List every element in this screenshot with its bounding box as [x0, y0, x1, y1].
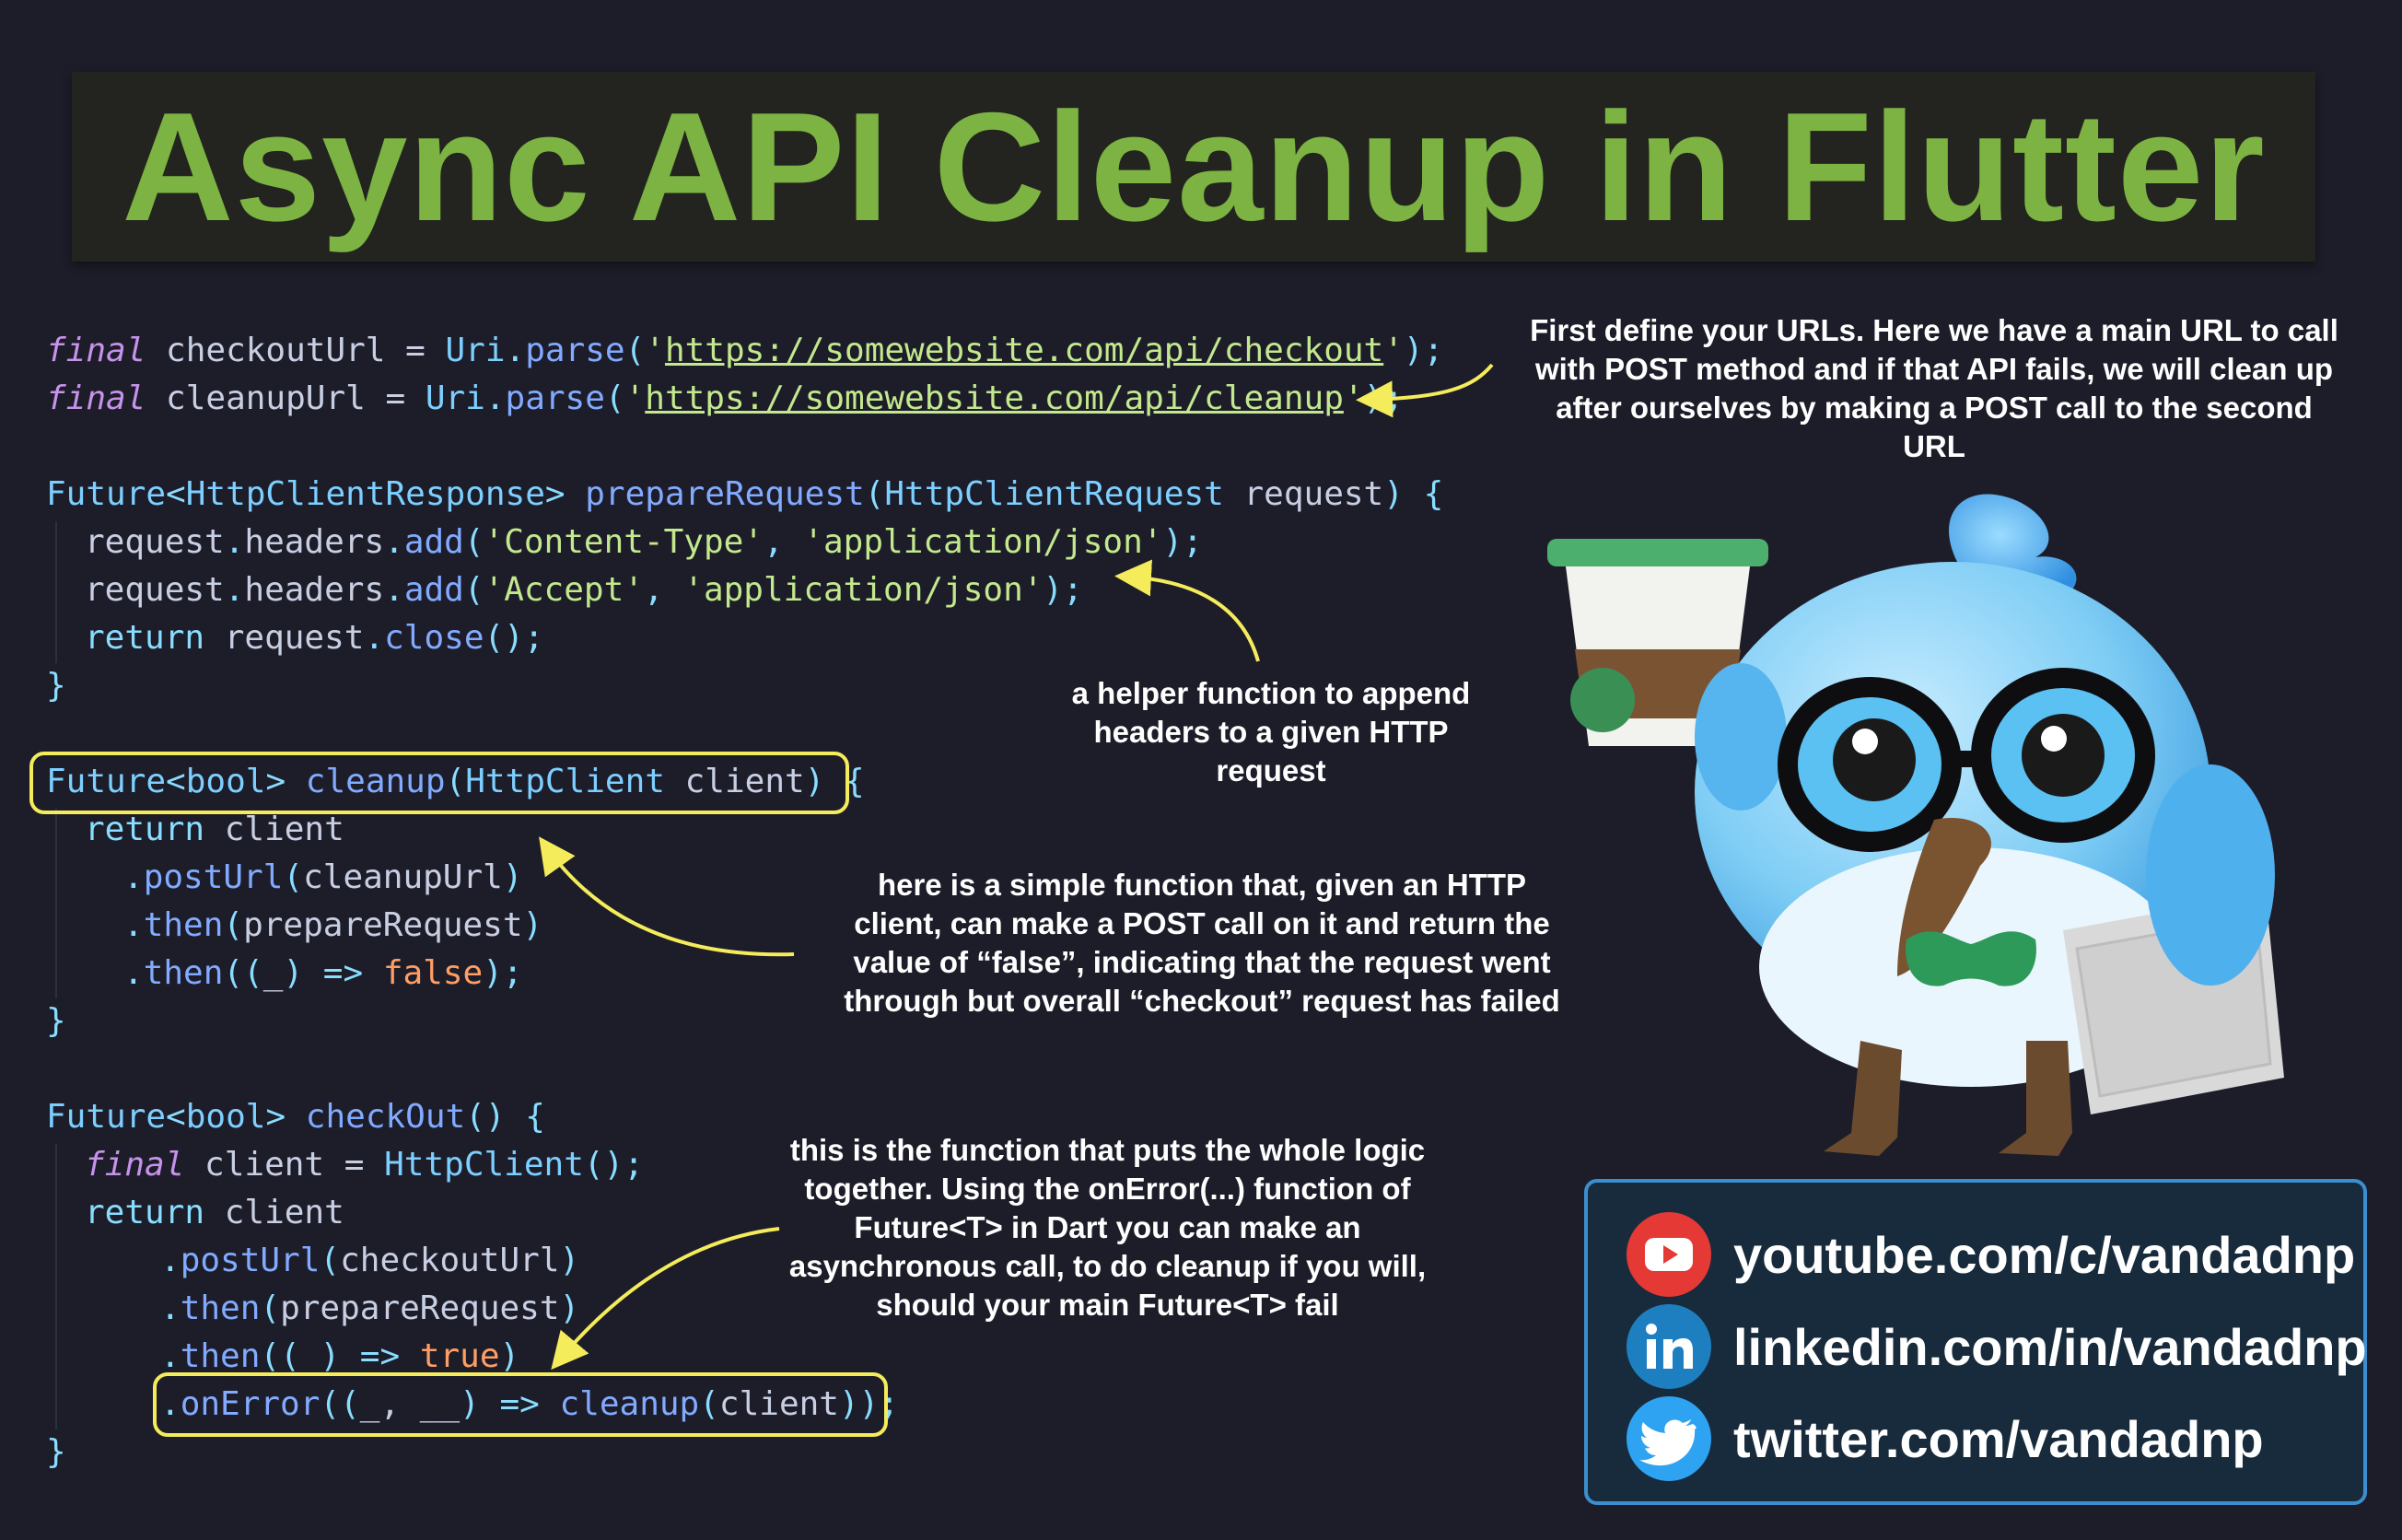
- social-link-twitter[interactable]: twitter.com/vandadnp: [1625, 1394, 2264, 1483]
- social-link-linkedin[interactable]: linkedin.com/in/vandadnp: [1625, 1302, 2367, 1391]
- linkedin-icon: [1627, 1304, 1711, 1389]
- note-checkout: this is the function that puts the whole…: [788, 1133, 1427, 1322]
- arrow-to-headers: [1114, 559, 1260, 662]
- arrow-to-cleanup-body: [539, 836, 795, 957]
- social-links-panel: youtube.com/c/vandadnp linkedin.com/in/v…: [1584, 1179, 2367, 1505]
- social-link-youtube[interactable]: youtube.com/c/vandadnp: [1625, 1210, 2355, 1299]
- note-cleanup: here is a simple function that, given an…: [844, 868, 1560, 1018]
- arrow-to-on-error: [551, 1227, 780, 1371]
- note-helper: a helper function to append headers to a…: [1071, 676, 1471, 788]
- twitter-icon: [1627, 1396, 1711, 1481]
- youtube-icon: [1627, 1212, 1711, 1297]
- mascot-bird-illustration: [1547, 494, 2284, 1156]
- note-urls: First define your URLs. Here we have a m…: [1530, 313, 2338, 463]
